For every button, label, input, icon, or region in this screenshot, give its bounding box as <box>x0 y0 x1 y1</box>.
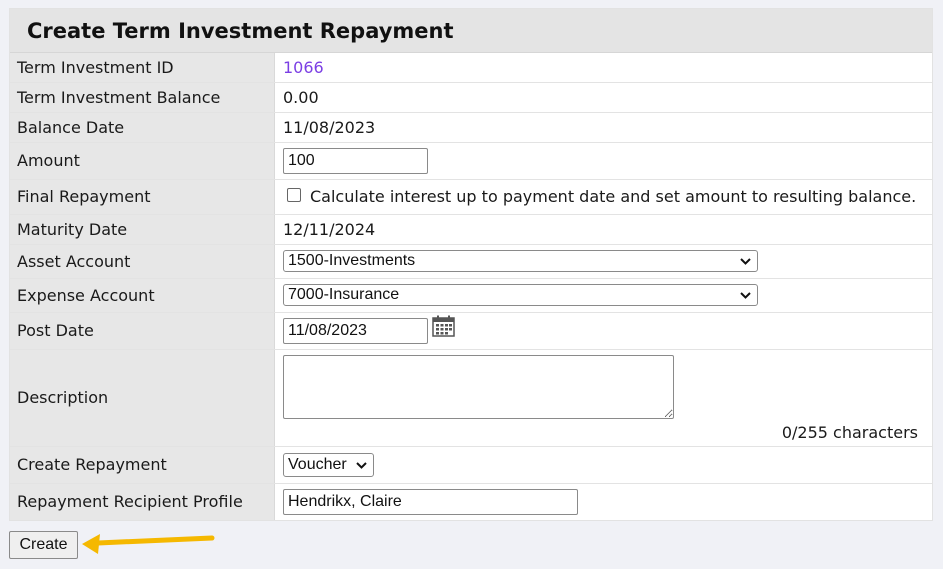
term-investment-id-label: Term Investment ID <box>10 53 275 83</box>
create-repayment-label: Create Repayment <box>10 446 275 484</box>
row-repayment-recipient-profile: Repayment Recipient Profile <box>10 483 932 520</box>
expense-account-label: Expense Account <box>10 278 275 313</box>
chevron-down-icon <box>740 254 751 268</box>
maturity-date-value: 12/11/2024 <box>283 219 376 239</box>
balance-date-label: Balance Date <box>10 112 275 143</box>
row-term-investment-balance: Term Investment Balance 0.00 <box>10 82 932 113</box>
amount-label: Amount <box>10 142 275 180</box>
asset-account-select[interactable]: 1500-Investments <box>283 250 758 272</box>
row-balance-date: Balance Date 11/08/2023 <box>10 112 932 143</box>
maturity-date-label: Maturity Date <box>10 214 275 245</box>
row-amount: Amount <box>10 142 932 180</box>
post-date-input[interactable] <box>283 317 428 344</box>
chevron-down-icon <box>356 458 367 472</box>
create-button[interactable]: Create <box>9 531 78 559</box>
final-repayment-checkbox-label: Calculate interest up to payment date an… <box>310 187 917 206</box>
term-investment-balance-value: 0.00 <box>283 87 319 107</box>
description-label: Description <box>10 349 275 447</box>
row-final-repayment: Final Repayment Calculate interest up to… <box>10 179 932 215</box>
repayment-recipient-profile-label: Repayment Recipient Profile <box>10 483 275 520</box>
create-repayment-select[interactable]: Voucher <box>283 452 374 477</box>
create-repayment-panel: Create Term Investment Repayment Term In… <box>9 8 933 521</box>
arrow-left-icon <box>82 534 215 554</box>
post-date-label: Post Date <box>10 312 275 350</box>
description-char-count: 0/255 characters <box>781 422 918 442</box>
row-post-date: Post Date <box>10 312 932 350</box>
row-maturity-date: Maturity Date 12/11/2024 <box>10 214 932 245</box>
row-asset-account: Asset Account 1500-Investments <box>10 244 932 279</box>
row-expense-account: Expense Account 7000-Insurance <box>10 278 932 313</box>
calendar-icon[interactable] <box>432 315 455 341</box>
description-textarea[interactable] <box>283 354 674 419</box>
page-title: Create Term Investment Repayment <box>10 9 932 53</box>
final-repayment-label: Final Repayment <box>10 179 275 215</box>
row-create-repayment: Create Repayment Voucher <box>10 446 932 484</box>
amount-input[interactable] <box>283 147 428 174</box>
repayment-recipient-profile-input[interactable] <box>283 488 578 515</box>
create-repayment-selected: Voucher <box>288 455 347 473</box>
chevron-down-icon <box>740 288 751 302</box>
expense-account-select[interactable]: 7000-Insurance <box>283 284 758 306</box>
expense-account-selected: 7000-Insurance <box>288 286 400 303</box>
term-investment-balance-label: Term Investment Balance <box>10 82 275 113</box>
repayment-form-table: Term Investment ID 1066 Term Investment … <box>10 53 932 520</box>
row-description: Description 0/255 characters <box>10 349 932 447</box>
term-investment-id-link[interactable]: 1066 <box>283 58 324 77</box>
row-term-investment-id: Term Investment ID 1066 <box>10 53 932 83</box>
balance-date-value: 11/08/2023 <box>283 117 376 137</box>
asset-account-label: Asset Account <box>10 244 275 279</box>
final-repayment-checkbox[interactable] <box>287 187 301 202</box>
asset-account-selected: 1500-Investments <box>288 252 416 269</box>
